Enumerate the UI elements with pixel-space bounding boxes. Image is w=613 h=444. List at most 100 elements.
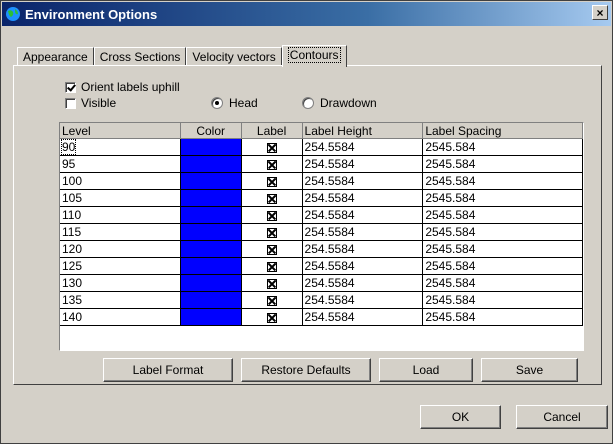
table-row[interactable]: 140 254.5584 2545.584	[60, 308, 583, 326]
label-spacing-cell[interactable]: 2545.584	[422, 257, 583, 275]
close-button[interactable]: ×	[592, 5, 608, 20]
color-swatch[interactable]	[180, 274, 242, 292]
checked-box-icon	[266, 261, 277, 272]
color-swatch[interactable]	[180, 138, 242, 156]
label-height-cell[interactable]: 254.5584	[302, 240, 424, 258]
color-swatch[interactable]	[180, 308, 242, 326]
label-height-cell[interactable]: 254.5584	[302, 138, 424, 156]
label-toggle-cell[interactable]	[241, 172, 303, 190]
restore-defaults-button[interactable]: Restore Defaults	[241, 358, 371, 382]
level-cell[interactable]: 95	[60, 155, 181, 173]
label-toggle-cell[interactable]	[241, 240, 303, 258]
color-swatch[interactable]	[180, 172, 242, 190]
tab-appearance[interactable]: Appearance	[17, 47, 94, 66]
label-height-cell[interactable]: 254.5584	[302, 257, 424, 275]
label-height-cell[interactable]: 254.5584	[302, 206, 424, 224]
label-spacing-cell[interactable]: 2545.584	[422, 155, 583, 173]
title-bar[interactable]: Environment Options ×	[2, 2, 611, 26]
color-swatch[interactable]	[180, 223, 242, 241]
level-cell[interactable]: 130	[60, 274, 181, 292]
tab-contours[interactable]: Contours	[281, 45, 347, 67]
tab-cross-sections[interactable]: Cross Sections	[93, 47, 187, 66]
label-spacing-cell[interactable]: 2545.584	[422, 308, 583, 326]
table-row[interactable]: 115 254.5584 2545.584	[60, 223, 583, 241]
label-height-cell[interactable]: 254.5584	[302, 223, 424, 241]
tab-velocity-vectors[interactable]: Velocity vectors	[186, 47, 282, 66]
color-swatch[interactable]	[180, 189, 242, 207]
checked-box-icon	[266, 278, 277, 289]
cancel-button[interactable]: Cancel	[516, 405, 608, 429]
label-format-button[interactable]: Label Format	[103, 358, 233, 382]
label-toggle-cell[interactable]	[241, 291, 303, 309]
level-cell[interactable]: 135	[60, 291, 181, 309]
color-swatch[interactable]	[180, 155, 242, 173]
label-spacing-cell[interactable]: 2545.584	[422, 291, 583, 309]
level-cell[interactable]: 110	[60, 206, 181, 224]
label-height-cell[interactable]: 254.5584	[302, 308, 424, 326]
label-toggle-cell[interactable]	[241, 155, 303, 173]
label-height-cell[interactable]: 254.5584	[302, 155, 424, 173]
level-value: 115	[62, 225, 82, 239]
head-radio[interactable]: Head	[211, 96, 258, 110]
label-spacing-cell[interactable]: 2545.584	[422, 240, 583, 258]
drawdown-radio[interactable]: Drawdown	[302, 96, 377, 110]
label-spacing-cell[interactable]: 2545.584	[422, 223, 583, 241]
label-spacing-cell[interactable]: 2545.584	[422, 206, 583, 224]
color-swatch[interactable]	[180, 257, 242, 275]
level-cell[interactable]: 105	[60, 189, 181, 207]
level-cell[interactable]: 90	[60, 138, 181, 156]
label-toggle-cell[interactable]	[241, 138, 303, 156]
load-button[interactable]: Load	[379, 358, 473, 382]
table-row[interactable]: 130 254.5584 2545.584	[60, 274, 583, 292]
table-row[interactable]: 120 254.5584 2545.584	[60, 240, 583, 258]
header-level[interactable]: Level	[60, 123, 181, 139]
label-toggle-cell[interactable]	[241, 274, 303, 292]
label-toggle-cell[interactable]	[241, 308, 303, 326]
orient-labels-check-icon	[65, 81, 76, 93]
header-label[interactable]: Label	[241, 123, 303, 139]
header-label-height[interactable]: Label Height	[302, 123, 424, 139]
color-swatch[interactable]	[180, 206, 242, 224]
save-button[interactable]: Save	[481, 358, 578, 382]
visible-checkbox[interactable]: Visible	[65, 96, 116, 110]
table-row[interactable]: 95 254.5584 2545.584	[60, 155, 583, 173]
level-cell[interactable]: 120	[60, 240, 181, 258]
table-row[interactable]: 100 254.5584 2545.584	[60, 172, 583, 190]
label-toggle-cell[interactable]	[241, 189, 303, 207]
label-toggle-cell[interactable]	[241, 206, 303, 224]
label-spacing-cell[interactable]: 2545.584	[422, 172, 583, 190]
checked-box-icon	[266, 312, 277, 323]
color-swatch[interactable]	[180, 240, 242, 258]
level-value: 125	[62, 259, 83, 273]
level-value: 105	[62, 191, 83, 205]
orient-labels-checkbox[interactable]: Orient labels uphill	[65, 80, 180, 94]
table-row[interactable]: 90 254.5584 2545.584	[60, 138, 583, 156]
label-toggle-cell[interactable]	[241, 257, 303, 275]
header-color[interactable]: Color	[180, 123, 242, 139]
level-cell[interactable]: 100	[60, 172, 181, 190]
level-cell[interactable]: 115	[60, 223, 181, 241]
label-spacing-cell[interactable]: 2545.584	[422, 274, 583, 292]
contour-levels-grid[interactable]: Level Color Label Label Height Label Spa…	[59, 122, 584, 351]
table-row[interactable]: 135 254.5584 2545.584	[60, 291, 583, 309]
level-cell[interactable]: 140	[60, 308, 181, 326]
table-row[interactable]: 105 254.5584 2545.584	[60, 189, 583, 207]
ok-button[interactable]: OK	[420, 405, 501, 429]
label-height-cell[interactable]: 254.5584	[302, 189, 424, 207]
visible-check-icon	[65, 97, 76, 109]
level-value: 110	[62, 208, 82, 222]
level-value: 140	[62, 310, 83, 324]
checked-box-icon	[266, 227, 277, 238]
level-cell[interactable]: 125	[60, 257, 181, 275]
label-spacing-cell[interactable]: 2545.584	[422, 138, 583, 156]
label-height-cell[interactable]: 254.5584	[302, 291, 424, 309]
label-toggle-cell[interactable]	[241, 223, 303, 241]
label-height-cell[interactable]: 254.5584	[302, 274, 424, 292]
table-row[interactable]: 110 254.5584 2545.584	[60, 206, 583, 224]
table-row[interactable]: 125 254.5584 2545.584	[60, 257, 583, 275]
header-label-spacing[interactable]: Label Spacing	[422, 123, 583, 139]
color-swatch[interactable]	[180, 291, 242, 309]
label-height-cell[interactable]: 254.5584	[302, 172, 424, 190]
label-spacing-cell[interactable]: 2545.584	[422, 189, 583, 207]
level-value: 95	[62, 157, 76, 171]
